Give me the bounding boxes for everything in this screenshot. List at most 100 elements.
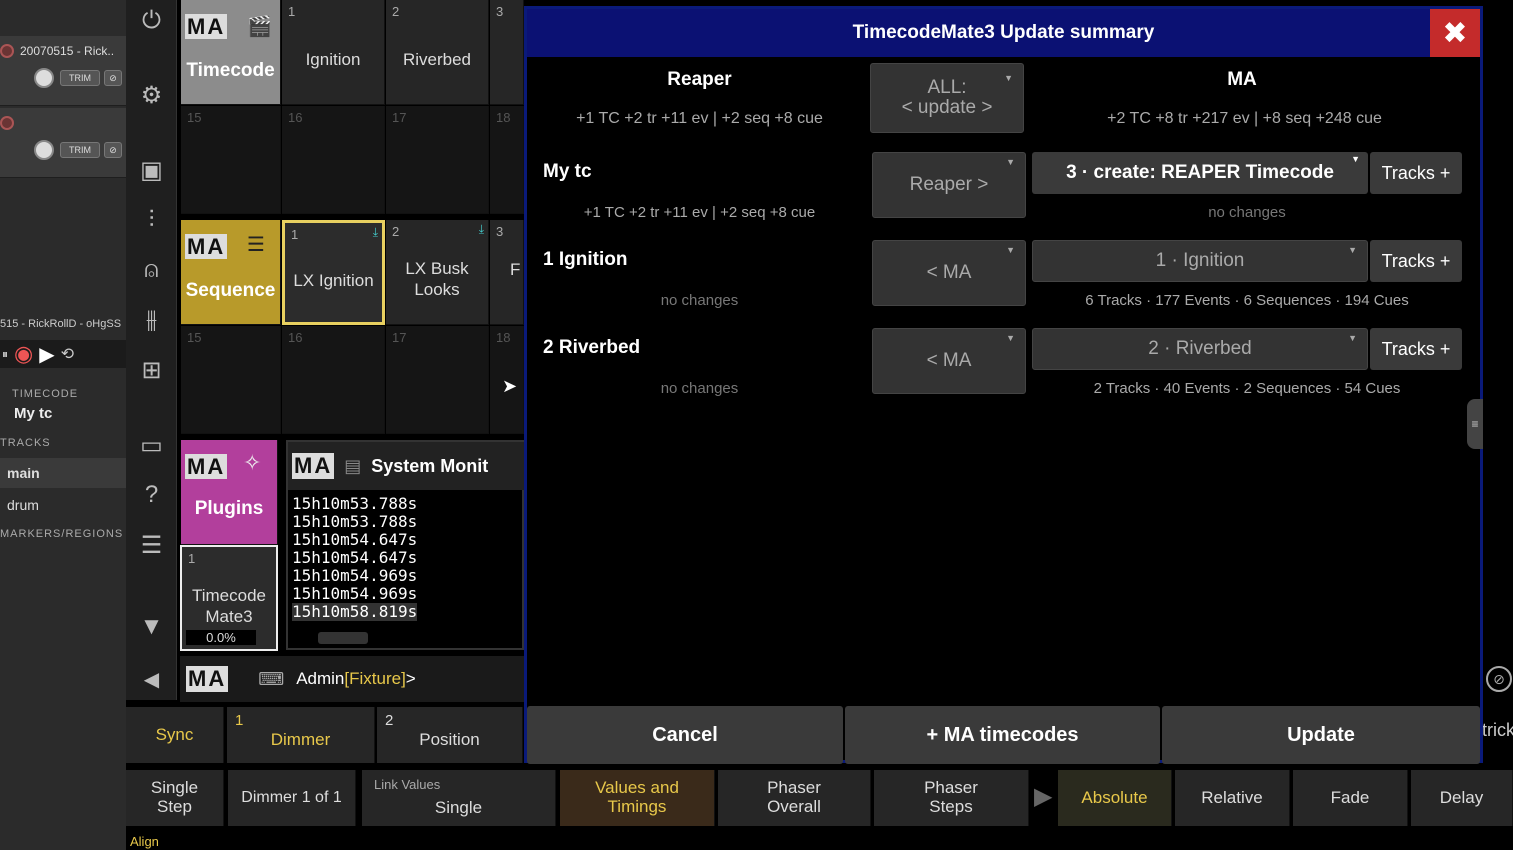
plugins-pool-item-1[interactable]: 1 Timecode Mate3 0.0% xyxy=(180,545,278,651)
reaper-track-2[interactable]: TRIM ⊘ xyxy=(0,108,126,178)
loop-icon[interactable]: ⟲ xyxy=(61,344,74,364)
list-icon[interactable]: ☰ xyxy=(126,520,177,570)
download-icon: ⤓ xyxy=(478,222,484,236)
item-number: 3 xyxy=(496,4,504,19)
scrollbar[interactable] xyxy=(318,632,368,644)
sequence-pool-item-1[interactable]: 1 ⤓ LX Ignition xyxy=(282,220,385,325)
timecode-pool-item-3[interactable]: 3 xyxy=(490,0,524,105)
timecode-pool-cell[interactable]: 16 xyxy=(282,106,385,214)
relative-tab[interactable]: Relative xyxy=(1175,770,1290,826)
settings-icon[interactable]: ⚙ xyxy=(126,70,177,120)
target-button[interactable]: ▼ 2 · Riverbed xyxy=(1032,328,1368,370)
sequence-pool-cell[interactable]: 16 xyxy=(282,326,385,434)
sequence-pool-item-3[interactable]: 3 F xyxy=(490,220,524,325)
direction-button[interactable]: ▼ Reaper > xyxy=(872,152,1026,218)
timecode-item[interactable]: My tc xyxy=(14,405,52,422)
direction-label: < MA xyxy=(926,350,972,371)
link-values-button[interactable]: Link Values Single xyxy=(362,770,556,826)
position-encoder[interactable]: 2 Position xyxy=(377,707,523,763)
absolute-tab[interactable]: Absolute xyxy=(1058,770,1172,826)
cmd-context: [Fixture] xyxy=(344,669,406,688)
log-line: 15h10m54.969s xyxy=(292,566,418,585)
dropdown-icon: ▼ xyxy=(1348,245,1357,255)
direction-button[interactable]: ▼ < MA xyxy=(872,328,1026,394)
reaper-track-1[interactable]: 20070515 - Rick.. TRIM ⊘ xyxy=(0,36,126,106)
timecode-pool-item-1[interactable]: 1 Ignition xyxy=(282,0,385,105)
record-arm-icon[interactable] xyxy=(0,116,14,130)
faders-icon[interactable]: ⫶ xyxy=(126,195,177,245)
timecode-pool-cell[interactable]: 18 xyxy=(490,106,524,214)
sequence-pool-header[interactable]: MA ☰ Sequence xyxy=(181,220,281,325)
pause-icon[interactable]: ⏸ xyxy=(2,347,8,362)
log-line: 15h10m54.969s xyxy=(292,584,418,603)
timecode-pool-item-2[interactable]: 2 Riverbed xyxy=(386,0,489,105)
close-icon[interactable]: ✖ xyxy=(1430,9,1480,57)
sequence-pool-item-2[interactable]: 2 ⤓ LX Busk Looks xyxy=(386,220,489,325)
phaser-overall-tab[interactable]: Phaser Overall xyxy=(718,770,871,826)
play-icon[interactable]: ▶ xyxy=(39,342,54,367)
tracks-add-button[interactable]: Tracks + xyxy=(1370,240,1462,282)
reaper-summary: +1 TC +2 tr +11 ev | +2 seq +8 cue xyxy=(576,110,823,127)
plugins-pool-header[interactable]: MA ✧ Plugins xyxy=(181,440,278,545)
power-icon[interactable]: ⏻ xyxy=(126,0,177,46)
timecode-pool-cell[interactable]: 17 xyxy=(386,106,489,214)
tracks-add-button[interactable]: Tracks + xyxy=(1370,328,1462,370)
sequence-pool-cell[interactable]: 15 xyxy=(181,326,281,434)
direction-label: < MA xyxy=(926,262,972,283)
monitor-icon[interactable]: ▭ xyxy=(126,420,177,470)
clock-icon[interactable]: ⊘ xyxy=(1486,666,1512,692)
mixer-icon[interactable]: ⫵ xyxy=(126,295,177,345)
command-line[interactable]: MA ⌨ Admin[Fixture]> xyxy=(180,656,524,702)
record-icon[interactable]: ◉ xyxy=(14,341,33,367)
trim-button[interactable]: TRIM xyxy=(60,142,100,158)
dimmer-encoder[interactable]: 1 Dimmer xyxy=(227,707,375,763)
fx-button[interactable]: ⊘ xyxy=(104,70,122,86)
resize-handle-icon[interactable]: ≡ xyxy=(1467,399,1483,449)
single-step-button[interactable]: Single Step xyxy=(126,770,224,826)
window-icon[interactable]: ▣ xyxy=(126,145,177,195)
align-label[interactable]: Align xyxy=(130,834,159,849)
row-right-status: 2 Tracks · 40 Events · 2 Sequences · 54 … xyxy=(1093,380,1401,397)
left-arrow-icon[interactable]: ◀ xyxy=(126,654,177,704)
help-icon[interactable]: ? xyxy=(126,470,177,520)
encoder-label: Dimmer xyxy=(270,729,331,749)
phaser-steps-tab[interactable]: Phaser Steps xyxy=(874,770,1029,826)
direction-button[interactable]: ▼ < MA xyxy=(872,240,1026,306)
target-button[interactable]: ▼ 1 · Ignition xyxy=(1032,240,1368,282)
track-drum[interactable]: drum xyxy=(0,490,126,520)
item-number: 17 xyxy=(392,330,407,345)
ma-logo-icon: MA xyxy=(185,234,228,259)
row-left-status: no changes xyxy=(660,380,739,397)
values-timings-tab[interactable]: Values and Timings xyxy=(560,770,715,826)
dropdown-icon: ▼ xyxy=(1006,157,1015,167)
timecode-pool-cell[interactable]: 15 xyxy=(181,106,281,214)
dimmer-1of1-button[interactable]: Dimmer 1 of 1 xyxy=(228,770,356,826)
target-button[interactable]: ▼ 3 · create: REAPER Timecode xyxy=(1032,152,1368,194)
track-main[interactable]: main xyxy=(0,458,126,488)
sequence-pool-cell[interactable]: 17 xyxy=(386,326,489,434)
fade-tab[interactable]: Fade xyxy=(1293,770,1408,826)
fx-button[interactable]: ⊘ xyxy=(104,142,122,158)
down-arrow-icon[interactable]: ▼ xyxy=(126,602,177,652)
row-left-status: +1 TC +2 tr +11 ev | +2 seq +8 cue xyxy=(583,204,816,221)
add-ma-timecodes-button[interactable]: + MA timecodes xyxy=(845,706,1160,764)
ma-icon-bar: ⏻ ⚙ ▣ ⫶ ⍝ ⫵ ⊞ ▭ ? ☰ ▼ ◀ xyxy=(126,0,177,700)
user-icon[interactable]: ⍝ xyxy=(126,245,177,295)
tracks-add-button[interactable]: Tracks + xyxy=(1370,152,1462,194)
sysmon-title: System Monit xyxy=(371,455,489,476)
volume-knob[interactable] xyxy=(34,68,54,88)
record-arm-icon[interactable] xyxy=(0,44,14,58)
transport-bar: ⏸ ◉ ▶ ⟲ xyxy=(0,340,126,368)
item-number: 18 xyxy=(496,110,511,125)
all-update-button[interactable]: ▼ ALL: < update > xyxy=(870,63,1024,133)
keypad-icon[interactable]: ⊞ xyxy=(126,345,177,395)
trim-button[interactable]: TRIM xyxy=(60,70,100,86)
sync-button[interactable]: Sync xyxy=(126,707,224,763)
item-number: 3 xyxy=(496,224,504,239)
delay-tab[interactable]: Delay xyxy=(1411,770,1513,826)
update-button[interactable]: Update xyxy=(1162,706,1480,764)
volume-knob[interactable] xyxy=(34,140,54,160)
keyboard-icon[interactable]: ⌨ xyxy=(258,669,284,690)
cancel-button[interactable]: Cancel xyxy=(527,706,843,764)
timecode-pool-header[interactable]: MA 🎬 Timecode xyxy=(181,0,281,105)
